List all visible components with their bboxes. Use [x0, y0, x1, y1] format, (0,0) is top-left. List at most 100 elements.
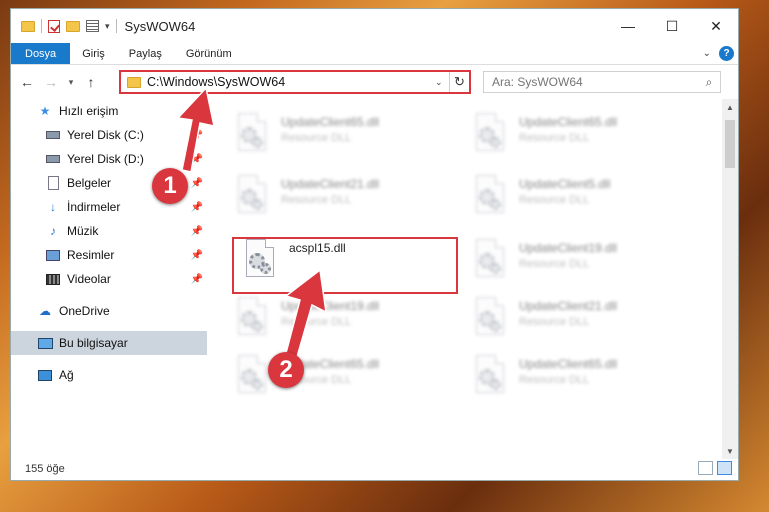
forward-button[interactable]: →: [39, 74, 63, 90]
search-box[interactable]: ⌕: [483, 71, 721, 93]
file-type: Resource DLL: [519, 258, 590, 270]
view-toggle: [698, 461, 732, 475]
video-icon-wrap: [45, 272, 61, 286]
quick-access-toolbar: ▾: [11, 19, 117, 33]
file-type: Resource DLL: [281, 194, 352, 206]
scroll-thumb[interactable]: [725, 120, 735, 168]
drive-icon: [46, 131, 60, 139]
folder-icon[interactable]: [21, 20, 35, 32]
pin-icon[interactable]: 📌: [191, 250, 203, 261]
file-name: UpdateClient65.dll: [519, 115, 618, 129]
new-folder-icon[interactable]: [66, 20, 80, 32]
dll-gear-icon: [473, 355, 507, 397]
sidebar-item-pictures[interactable]: Resimler 📌: [11, 243, 207, 267]
properties-icon[interactable]: [86, 20, 99, 32]
help-icon[interactable]: ?: [719, 46, 734, 61]
document-icon: [47, 176, 59, 190]
sidebar-item-label: Hızlı erişim: [59, 104, 119, 118]
pin-icon[interactable]: 📌: [191, 130, 203, 141]
pin-icon[interactable]: 📌: [191, 274, 203, 285]
file-item[interactable]: UpdateClient19.dll Resource DLL: [235, 297, 465, 349]
file-type: Resource DLL: [519, 132, 590, 144]
sidebar-item-label: OneDrive: [59, 304, 110, 318]
sidebar-item-network[interactable]: Ağ: [11, 363, 207, 387]
pin-icon[interactable]: 📌: [191, 202, 203, 213]
scroll-up-arrow-icon[interactable]: ▲: [722, 99, 738, 115]
sidebar-item-this-pc[interactable]: Bu bilgisayar: [11, 331, 207, 355]
details-view-icon[interactable]: [698, 461, 713, 475]
file-name: UpdateClient21.dll: [519, 299, 618, 313]
recent-locations-chevron-icon[interactable]: ▾: [63, 77, 79, 88]
film-icon: [46, 273, 60, 285]
navigation-bar: ← → ▾ ↑ C:\Windows\SysWOW64 ⌄ ↻ ⌕: [11, 65, 738, 99]
scroll-down-arrow-icon[interactable]: ▼: [722, 443, 738, 459]
dll-gear-icon: [235, 175, 269, 217]
star-icon: ★: [39, 104, 51, 118]
address-dropdown-chevron-icon[interactable]: ⌄: [435, 77, 449, 88]
toolbar-divider: [41, 19, 42, 33]
vertical-scrollbar[interactable]: ▲ ▼: [722, 99, 738, 459]
dll-gear-icon: [473, 113, 507, 155]
search-input[interactable]: [492, 75, 698, 89]
tab-view[interactable]: Görünüm: [174, 43, 244, 64]
file-item[interactable]: UpdateClient65.dll Resource DLL: [473, 355, 703, 407]
sidebar-item-label: Videolar: [67, 272, 111, 286]
tab-home[interactable]: Giriş: [70, 43, 117, 64]
dll-gear-icon: [473, 239, 507, 281]
network-icon-wrap: [37, 368, 53, 382]
maximize-button[interactable]: ☐: [650, 9, 694, 43]
cloud-icon: ☁: [39, 304, 51, 318]
back-button[interactable]: ←: [15, 74, 39, 90]
file-item[interactable]: UpdateClient21.dll Resource DLL: [473, 297, 703, 349]
title-bar: ▾ SysWOW64 — ☐ ✕: [11, 9, 738, 43]
sidebar-item-videos[interactable]: Videolar 📌: [11, 267, 207, 291]
pin-icon[interactable]: 📌: [191, 226, 203, 237]
minimize-button[interactable]: —: [606, 9, 650, 43]
file-name: UpdateClient19.dll: [519, 241, 618, 255]
file-type: Resource DLL: [519, 194, 590, 206]
drive-icon-wrap: [45, 152, 61, 166]
dll-gear-icon: [235, 113, 269, 155]
dll-gear-icon: [235, 355, 269, 397]
sidebar-item-label: Belgeler: [67, 176, 112, 190]
pin-icon[interactable]: 📌: [191, 154, 203, 165]
file-item[interactable]: UpdateClient65.dll Resource DLL: [473, 113, 703, 165]
dll-gear-icon: [473, 175, 507, 217]
sidebar-item-local-disk-d[interactable]: Yerel Disk (D:) 📌: [11, 147, 207, 171]
drive-icon: [46, 155, 60, 163]
sidebar-item-quick-access[interactable]: ★ Hızlı erişim: [11, 99, 207, 123]
download-arrow-icon: ↓: [50, 200, 56, 214]
file-item[interactable]: UpdateClient19.dll Resource DLL: [473, 239, 703, 291]
explorer-window: ▾ SysWOW64 — ☐ ✕ Dosya Giriş Paylaş Görü…: [10, 8, 739, 481]
file-item[interactable]: UpdateClient5.dll Resource DLL: [473, 175, 703, 227]
dll-gear-icon: [235, 297, 269, 339]
address-path[interactable]: C:\Windows\SysWOW64: [147, 75, 435, 89]
search-icon[interactable]: ⌕: [698, 75, 720, 90]
drive-icon-wrap: [45, 128, 61, 142]
refresh-icon[interactable]: ↻: [449, 72, 469, 92]
properties-check-icon[interactable]: [48, 19, 60, 33]
sidebar-item-label: İndirmeler: [67, 200, 121, 214]
file-item[interactable]: UpdateClient21.dll Resource DLL: [235, 175, 465, 227]
up-button[interactable]: ↑: [79, 74, 103, 90]
address-bar[interactable]: C:\Windows\SysWOW64 ⌄ ↻: [119, 70, 471, 94]
large-icons-view-icon[interactable]: [717, 461, 732, 475]
close-button[interactable]: ✕: [694, 9, 738, 43]
file-name: UpdateClient65.dll: [281, 115, 380, 129]
customize-toolbar-chevron-icon[interactable]: ▾: [105, 21, 110, 32]
pin-icon[interactable]: 📌: [191, 178, 203, 189]
highlight-box-file: [232, 237, 458, 294]
window-controls: — ☐ ✕: [606, 9, 738, 43]
window-title: SysWOW64: [124, 18, 196, 34]
expand-ribbon-chevron-icon[interactable]: ⌄: [703, 48, 711, 59]
annotation-badge-1: 1: [152, 168, 188, 204]
tab-file[interactable]: Dosya: [11, 43, 71, 64]
sidebar-item-label: Bu bilgisayar: [59, 336, 128, 350]
file-item[interactable]: UpdateClient65.dll Resource DLL: [235, 113, 465, 165]
item-count: 155 öğe: [25, 463, 65, 475]
sidebar-item-music[interactable]: ♪ Müzik 📌: [11, 219, 207, 243]
sidebar-item-local-disk-c[interactable]: Yerel Disk (C:) 📌: [11, 123, 207, 147]
sidebar-item-onedrive[interactable]: ☁ OneDrive: [11, 299, 207, 323]
tab-share[interactable]: Paylaş: [117, 43, 174, 64]
